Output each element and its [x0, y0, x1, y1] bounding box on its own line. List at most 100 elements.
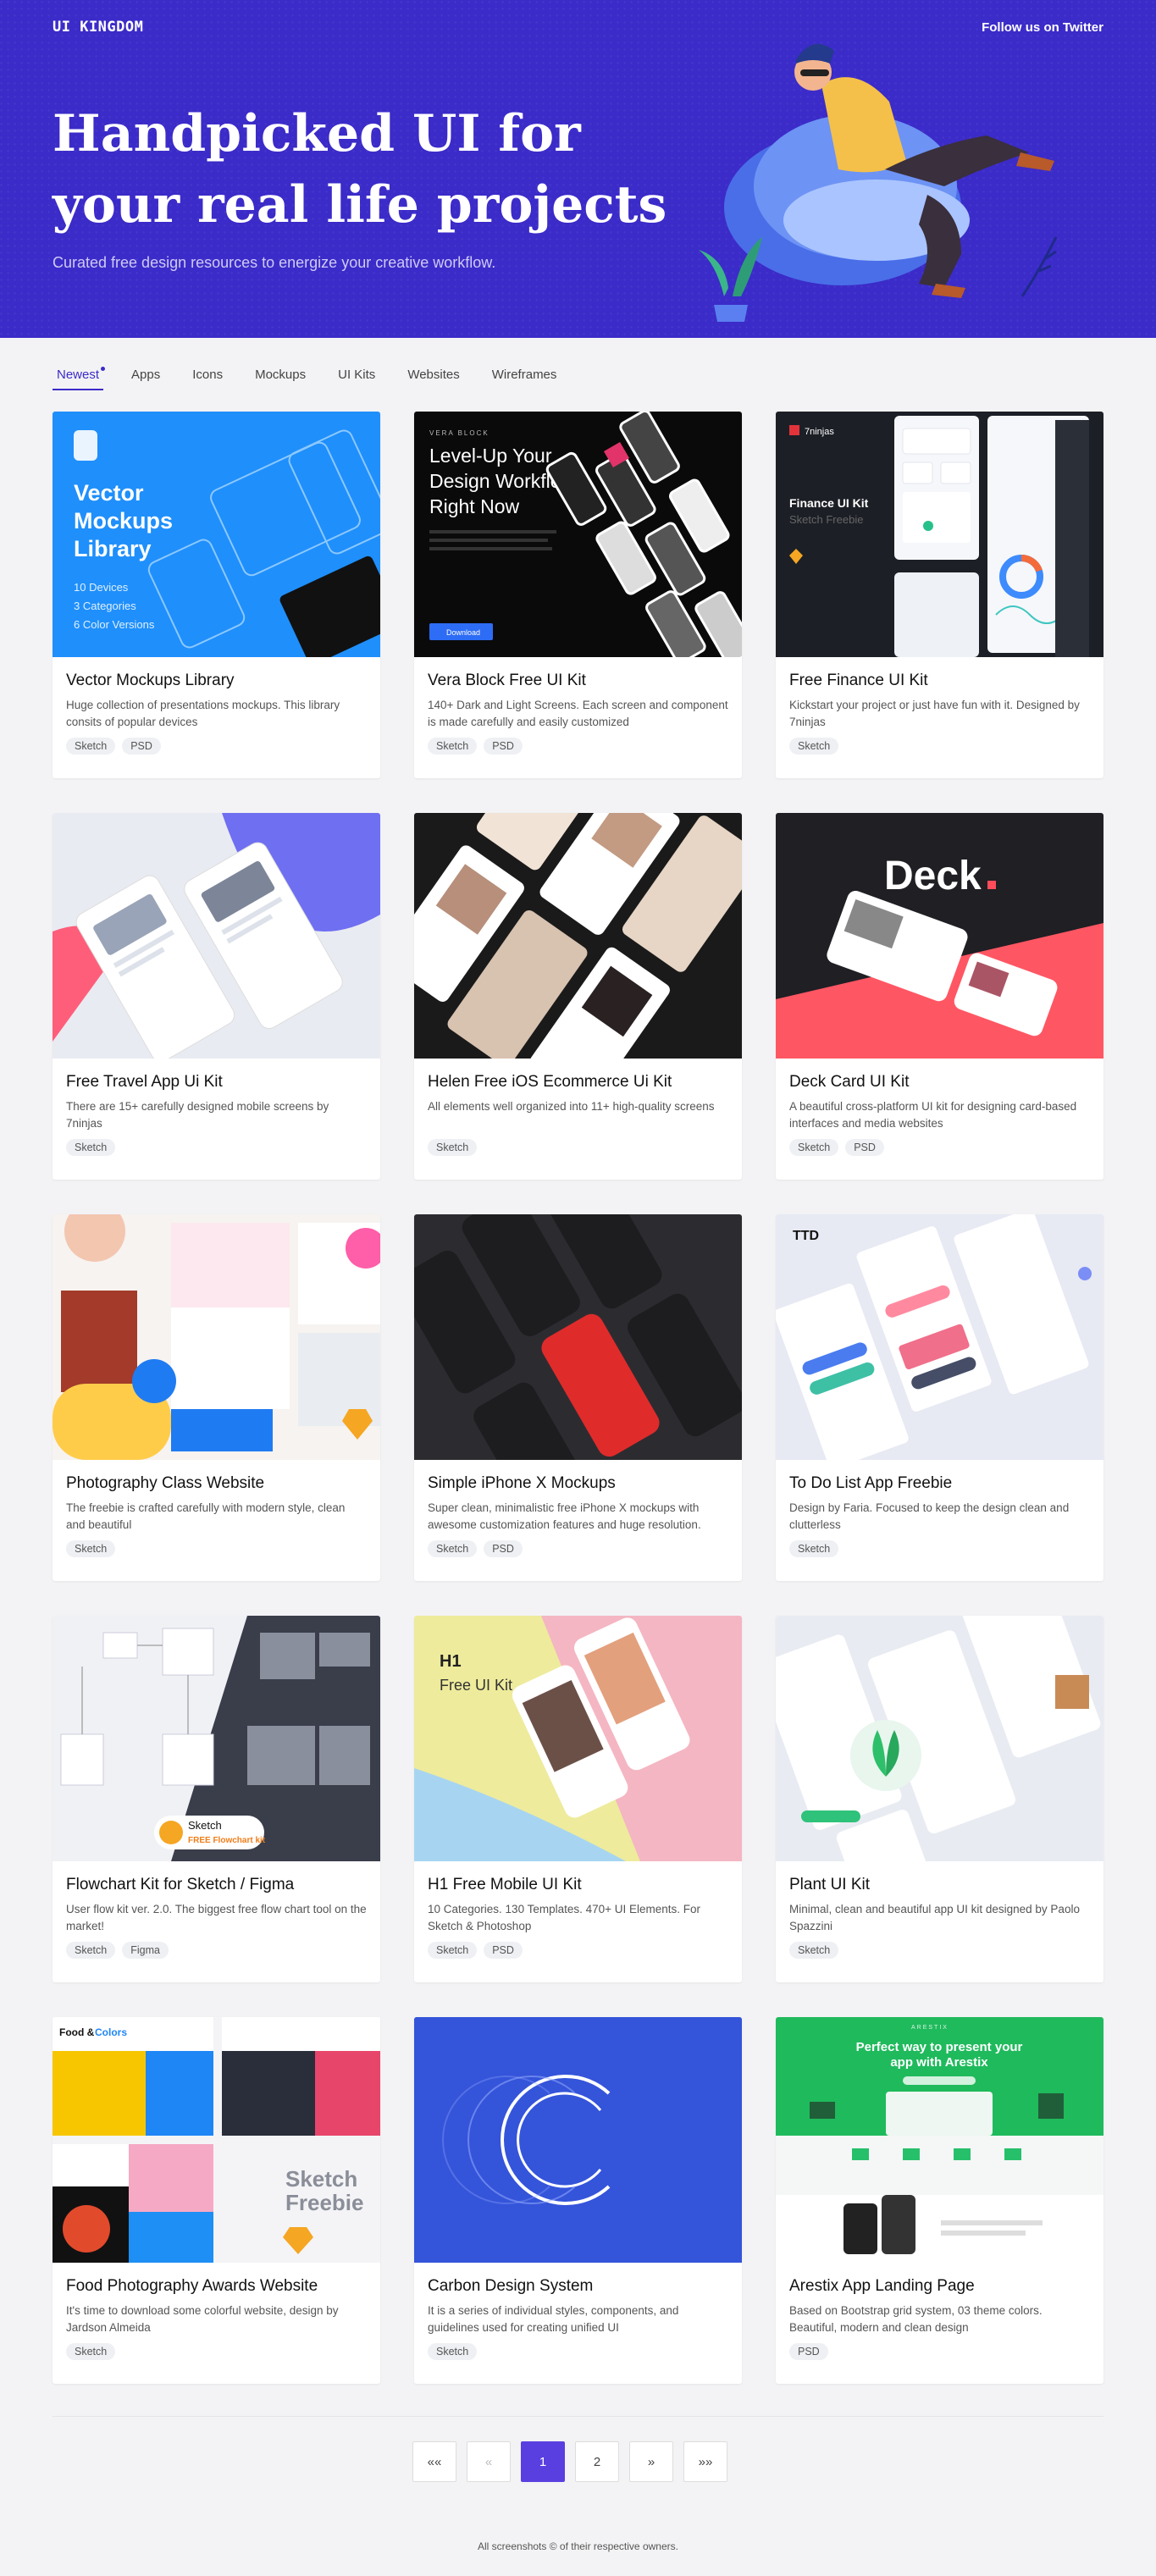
resource-card[interactable]: Free Travel App Ui Kit There are 15+ car… [53, 813, 380, 1180]
tab-wireframes[interactable]: Wireframes [488, 364, 561, 390]
tab-apps[interactable]: Apps [127, 364, 164, 390]
brand-logo[interactable]: UI KINGDOM [53, 19, 143, 36]
card-title: Food Photography Awards Website [66, 2277, 318, 2295]
resource-card[interactable]: H1 Free UI Kit H1 Free Mobile UI Kit 10 … [414, 1616, 742, 1982]
card-thumbnail: Deck [776, 813, 1103, 1059]
tag-badge[interactable]: Sketch [789, 1540, 839, 1557]
card-tags: Sketch PSD [789, 1139, 1090, 1156]
resource-card[interactable]: Food & Colors Sketch Freebie Food Photog… [53, 2017, 380, 2384]
tab-mockups[interactable]: Mockups [251, 364, 310, 390]
card-thumbnail: Food & Colors Sketch Freebie [53, 2017, 380, 2263]
card-tags: Sketch PSD [428, 738, 728, 755]
card-description: It's time to download some colorful webs… [66, 2304, 339, 2334]
resource-card[interactable]: Vector Mockups Library 10 Devices 3 Cate… [53, 412, 380, 778]
next-page-button[interactable]: » [629, 2441, 673, 2482]
resource-card[interactable]: Photography Class Website The freebie is… [53, 1214, 380, 1581]
tag-badge[interactable]: Figma [122, 1942, 169, 1959]
tag-badge[interactable]: Sketch [428, 1540, 478, 1557]
tag-badge[interactable]: Sketch [789, 1139, 839, 1156]
tag-badge[interactable]: Sketch [66, 1540, 116, 1557]
card-tags: Sketch [66, 1139, 367, 1156]
tag-badge[interactable]: Sketch [66, 738, 116, 755]
resource-card[interactable]: Simple iPhone X Mockups Super clean, min… [414, 1214, 742, 1581]
card-tags: Sketch PSD [66, 738, 367, 755]
card-thumbnail [776, 1616, 1103, 1861]
tag-badge[interactable]: PSD [484, 738, 523, 755]
card-description: Based on Bootstrap grid system, 03 theme… [789, 2304, 1043, 2334]
tag-badge[interactable]: Sketch [66, 2343, 116, 2360]
tag-badge[interactable]: Sketch [428, 738, 478, 755]
thumb-title: Deck [884, 854, 982, 898]
section-divider [53, 2416, 1103, 2417]
card-title: To Do List App Freebie [789, 1474, 953, 1492]
thumb-title-3: Library [74, 536, 152, 561]
thumb-title-1: Vector [74, 480, 144, 506]
tag-badge[interactable]: PSD [484, 1540, 523, 1557]
thumb-title-2: Colors [95, 2026, 127, 2038]
card-title: Free Travel App Ui Kit [66, 1073, 223, 1091]
card-title: Plant UI Kit [789, 1876, 871, 1893]
tag-badge[interactable]: Sketch [789, 1942, 839, 1959]
resource-card[interactable]: 7ninjas Finance UI Kit Sketch Freebie Fr… [776, 412, 1103, 778]
tag-badge[interactable]: Sketch [66, 1139, 116, 1156]
card-description: 10 Categories. 130 Templates. 470+ UI El… [428, 1903, 701, 1932]
card-title: Vector Mockups Library [66, 672, 235, 689]
tag-badge[interactable]: PSD [122, 738, 161, 755]
first-page-button[interactable]: «« [412, 2441, 456, 2482]
card-tags: Sketch PSD [428, 1942, 728, 1959]
card-title: Flowchart Kit for Sketch / Figma [66, 1876, 295, 1893]
resource-card[interactable]: Sketch FREE Flowchart kit Flowchart Kit … [53, 1616, 380, 1982]
card-thumbnail: ARESTIX Perfect way to present your app … [776, 2017, 1103, 2263]
card-thumbnail: 7ninjas Finance UI Kit Sketch Freebie [776, 412, 1103, 657]
thumb-label: VERA BLOCK [429, 429, 490, 437]
tag-badge[interactable]: Sketch [66, 1942, 116, 1959]
card-description: User flow kit ver. 2.0. The biggest free… [66, 1903, 367, 1932]
tag-badge[interactable]: PSD [484, 1942, 523, 1959]
last-page-button[interactable]: »» [683, 2441, 727, 2482]
resource-card[interactable]: VERA BLOCK Level-Up Your Design Workflow… [414, 412, 742, 778]
thumb-brand: 7ninjas [805, 427, 834, 437]
resource-card[interactable]: Carbon Design System It is a series of i… [414, 2017, 742, 2384]
card-description: It is a series of individual styles, com… [428, 2304, 679, 2334]
card-title: Arestix App Landing Page [789, 2277, 975, 2295]
page-1-button[interactable]: 1 [521, 2441, 565, 2482]
page-2-button[interactable]: 2 [575, 2441, 619, 2482]
footer-note: All screenshots © of their respective ow… [478, 2540, 678, 2552]
tab-newest[interactable]: Newest [53, 364, 106, 390]
card-title: Simple iPhone X Mockups [428, 1474, 616, 1492]
resource-card[interactable]: Deck Deck Card UI Kit A beautiful cross-… [776, 813, 1103, 1180]
card-description: Huge collection of presentations mockups… [66, 699, 340, 728]
resource-card[interactable]: Plant UI Kit Minimal, clean and beautifu… [776, 1616, 1103, 1982]
thumb-title-1: Perfect way to present your [856, 2040, 1023, 2054]
card-description: A beautiful cross-platform UI kit for de… [789, 1100, 1077, 1130]
card-thumbnail: Vector Mockups Library 10 Devices 3 Cate… [53, 412, 380, 657]
resource-card[interactable]: Helen Free iOS Ecommerce Ui Kit All elem… [414, 813, 742, 1180]
tab-ui-kits[interactable]: UI Kits [334, 364, 379, 390]
card-title: Deck Card UI Kit [789, 1073, 910, 1091]
tag-badge[interactable]: Sketch [428, 1942, 478, 1959]
card-thumbnail [53, 1214, 380, 1460]
prev-page-button[interactable]: « [467, 2441, 511, 2482]
card-thumbnail: Sketch FREE Flowchart kit [53, 1616, 380, 1861]
resource-card[interactable]: TTD To Do List App Freebie Design by Far… [776, 1214, 1103, 1581]
thumb-title-3: Sketch [285, 2166, 357, 2192]
tag-badge[interactable]: PSD [789, 2343, 828, 2360]
tag-badge[interactable]: Sketch [789, 738, 839, 755]
card-title: Vera Block Free UI Kit [428, 672, 586, 689]
card-title: Helen Free iOS Ecommerce Ui Kit [428, 1073, 672, 1091]
thumb-title-1: Level-Up Your [429, 445, 552, 467]
card-description: There are 15+ carefully designed mobile … [66, 1100, 329, 1130]
thumb-title-2: FREE Flowchart kit [188, 1836, 266, 1845]
tab-websites[interactable]: Websites [403, 364, 463, 390]
tab-icons[interactable]: Icons [188, 364, 227, 390]
card-tags: Sketch Figma [66, 1942, 367, 1959]
card-tags: Sketch [66, 2343, 367, 2360]
tag-badge[interactable]: Sketch [428, 1139, 478, 1156]
tag-badge[interactable]: Sketch [428, 2343, 478, 2360]
tag-badge[interactable]: PSD [845, 1139, 884, 1156]
card-thumbnail [414, 813, 742, 1059]
thumb-title-2: Mockups [74, 508, 173, 533]
thumb-title-2: Free UI Kit [440, 1677, 512, 1694]
resource-card[interactable]: ARESTIX Perfect way to present your app … [776, 2017, 1103, 2384]
thumb-title-4: Freebie [285, 2190, 364, 2215]
